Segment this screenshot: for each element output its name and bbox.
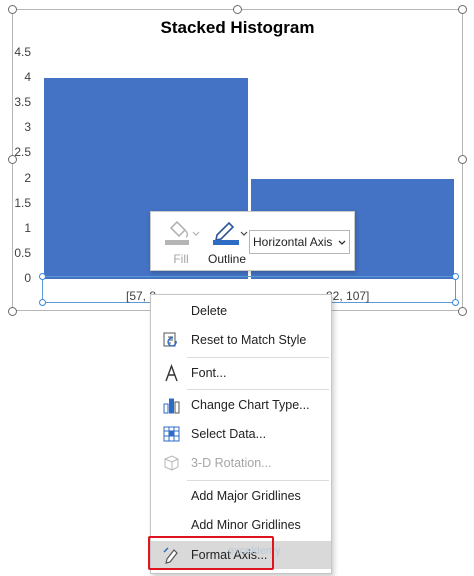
axis-handle-top-left[interactable]: [39, 273, 46, 280]
menu-item-reset-to-match-style[interactable]: Reset to Match Style: [151, 326, 331, 354]
menu-item-label: Reset to Match Style: [191, 333, 307, 347]
menu-item-label: Font...: [191, 366, 227, 380]
menu-item-add-major-gridlines[interactable]: Add Major Gridlines: [151, 482, 331, 510]
resize-handle-bottom-left[interactable]: [8, 307, 17, 316]
outline-label: Outline: [207, 252, 247, 266]
y-tick-label: 3.5: [14, 95, 31, 110]
reset-style-icon: [163, 332, 177, 347]
outline-button[interactable]: Outline: [203, 216, 251, 268]
menu-item-label: Delete: [191, 304, 228, 318]
context-menu: Delete Reset to Match Style Font... Chan…: [150, 294, 332, 574]
axis-handle-top-right[interactable]: [452, 273, 459, 280]
chevron-down-icon: [338, 240, 346, 245]
y-tick-label: 3: [24, 120, 31, 135]
resize-handle-top-mid[interactable]: [233, 5, 242, 14]
menu-item-label: Add Minor Gridlines: [191, 518, 301, 532]
highlight-annotation-box: [148, 536, 274, 570]
menu-item-label: Add Major Gridlines: [191, 489, 301, 503]
menu-item-label: Change Chart Type...: [191, 398, 310, 412]
mini-format-toolbar: Fill Outline Horizontal Axis: [150, 211, 355, 271]
menu-item-3d-rotation: 3-D Rotation...: [151, 449, 331, 477]
y-tick-label: 0.5: [14, 245, 31, 260]
menu-item-label: Select Data...: [191, 427, 267, 441]
menu-item-change-chart-type[interactable]: Change Chart Type...: [151, 391, 331, 419]
menu-separator: [187, 357, 329, 358]
menu-item-delete[interactable]: Delete: [151, 297, 331, 325]
x-tick-label: 82, 107]: [326, 289, 370, 303]
select-data-icon: [163, 426, 180, 442]
menu-item-label: 3-D Rotation...: [191, 456, 272, 470]
pen-outline-icon: [213, 221, 248, 245]
y-tick-label: 0: [24, 271, 31, 285]
fill-label: Fill: [173, 252, 189, 266]
chart-type-icon: [163, 398, 180, 414]
resize-handle-mid-right[interactable]: [458, 155, 467, 164]
axis-handle-bottom-left[interactable]: [39, 299, 46, 306]
y-tick-label: 1: [24, 220, 31, 235]
fill-button[interactable]: Fill: [159, 216, 203, 268]
resize-handle-bottom-right[interactable]: [458, 307, 467, 316]
resize-handle-top-left[interactable]: [8, 5, 17, 14]
paint-bucket-icon: [165, 220, 200, 245]
chart-title[interactable]: Stacked Histogram: [13, 18, 462, 38]
3d-rotation-icon: [164, 455, 179, 471]
menu-separator: [187, 480, 329, 481]
y-tick-label: 2: [24, 170, 31, 185]
resize-handle-top-right[interactable]: [458, 5, 467, 14]
resize-handle-mid-left[interactable]: [8, 155, 17, 164]
y-tick-label: 4: [24, 70, 31, 85]
y-tick-label: 4.5: [14, 45, 31, 59]
menu-separator: [187, 389, 329, 390]
menu-item-select-data[interactable]: Select Data...: [151, 420, 331, 448]
font-icon: [165, 364, 178, 382]
chart-element-value: Horizontal Axis: [253, 235, 333, 249]
menu-item-font[interactable]: Font...: [151, 359, 331, 387]
chart-element-select[interactable]: Horizontal Axis: [249, 230, 350, 254]
y-tick-label: 1.5: [14, 195, 31, 210]
axis-handle-bottom-right[interactable]: [452, 299, 459, 306]
menu-item-add-minor-gridlines[interactable]: Add Minor Gridlines: [151, 511, 331, 539]
